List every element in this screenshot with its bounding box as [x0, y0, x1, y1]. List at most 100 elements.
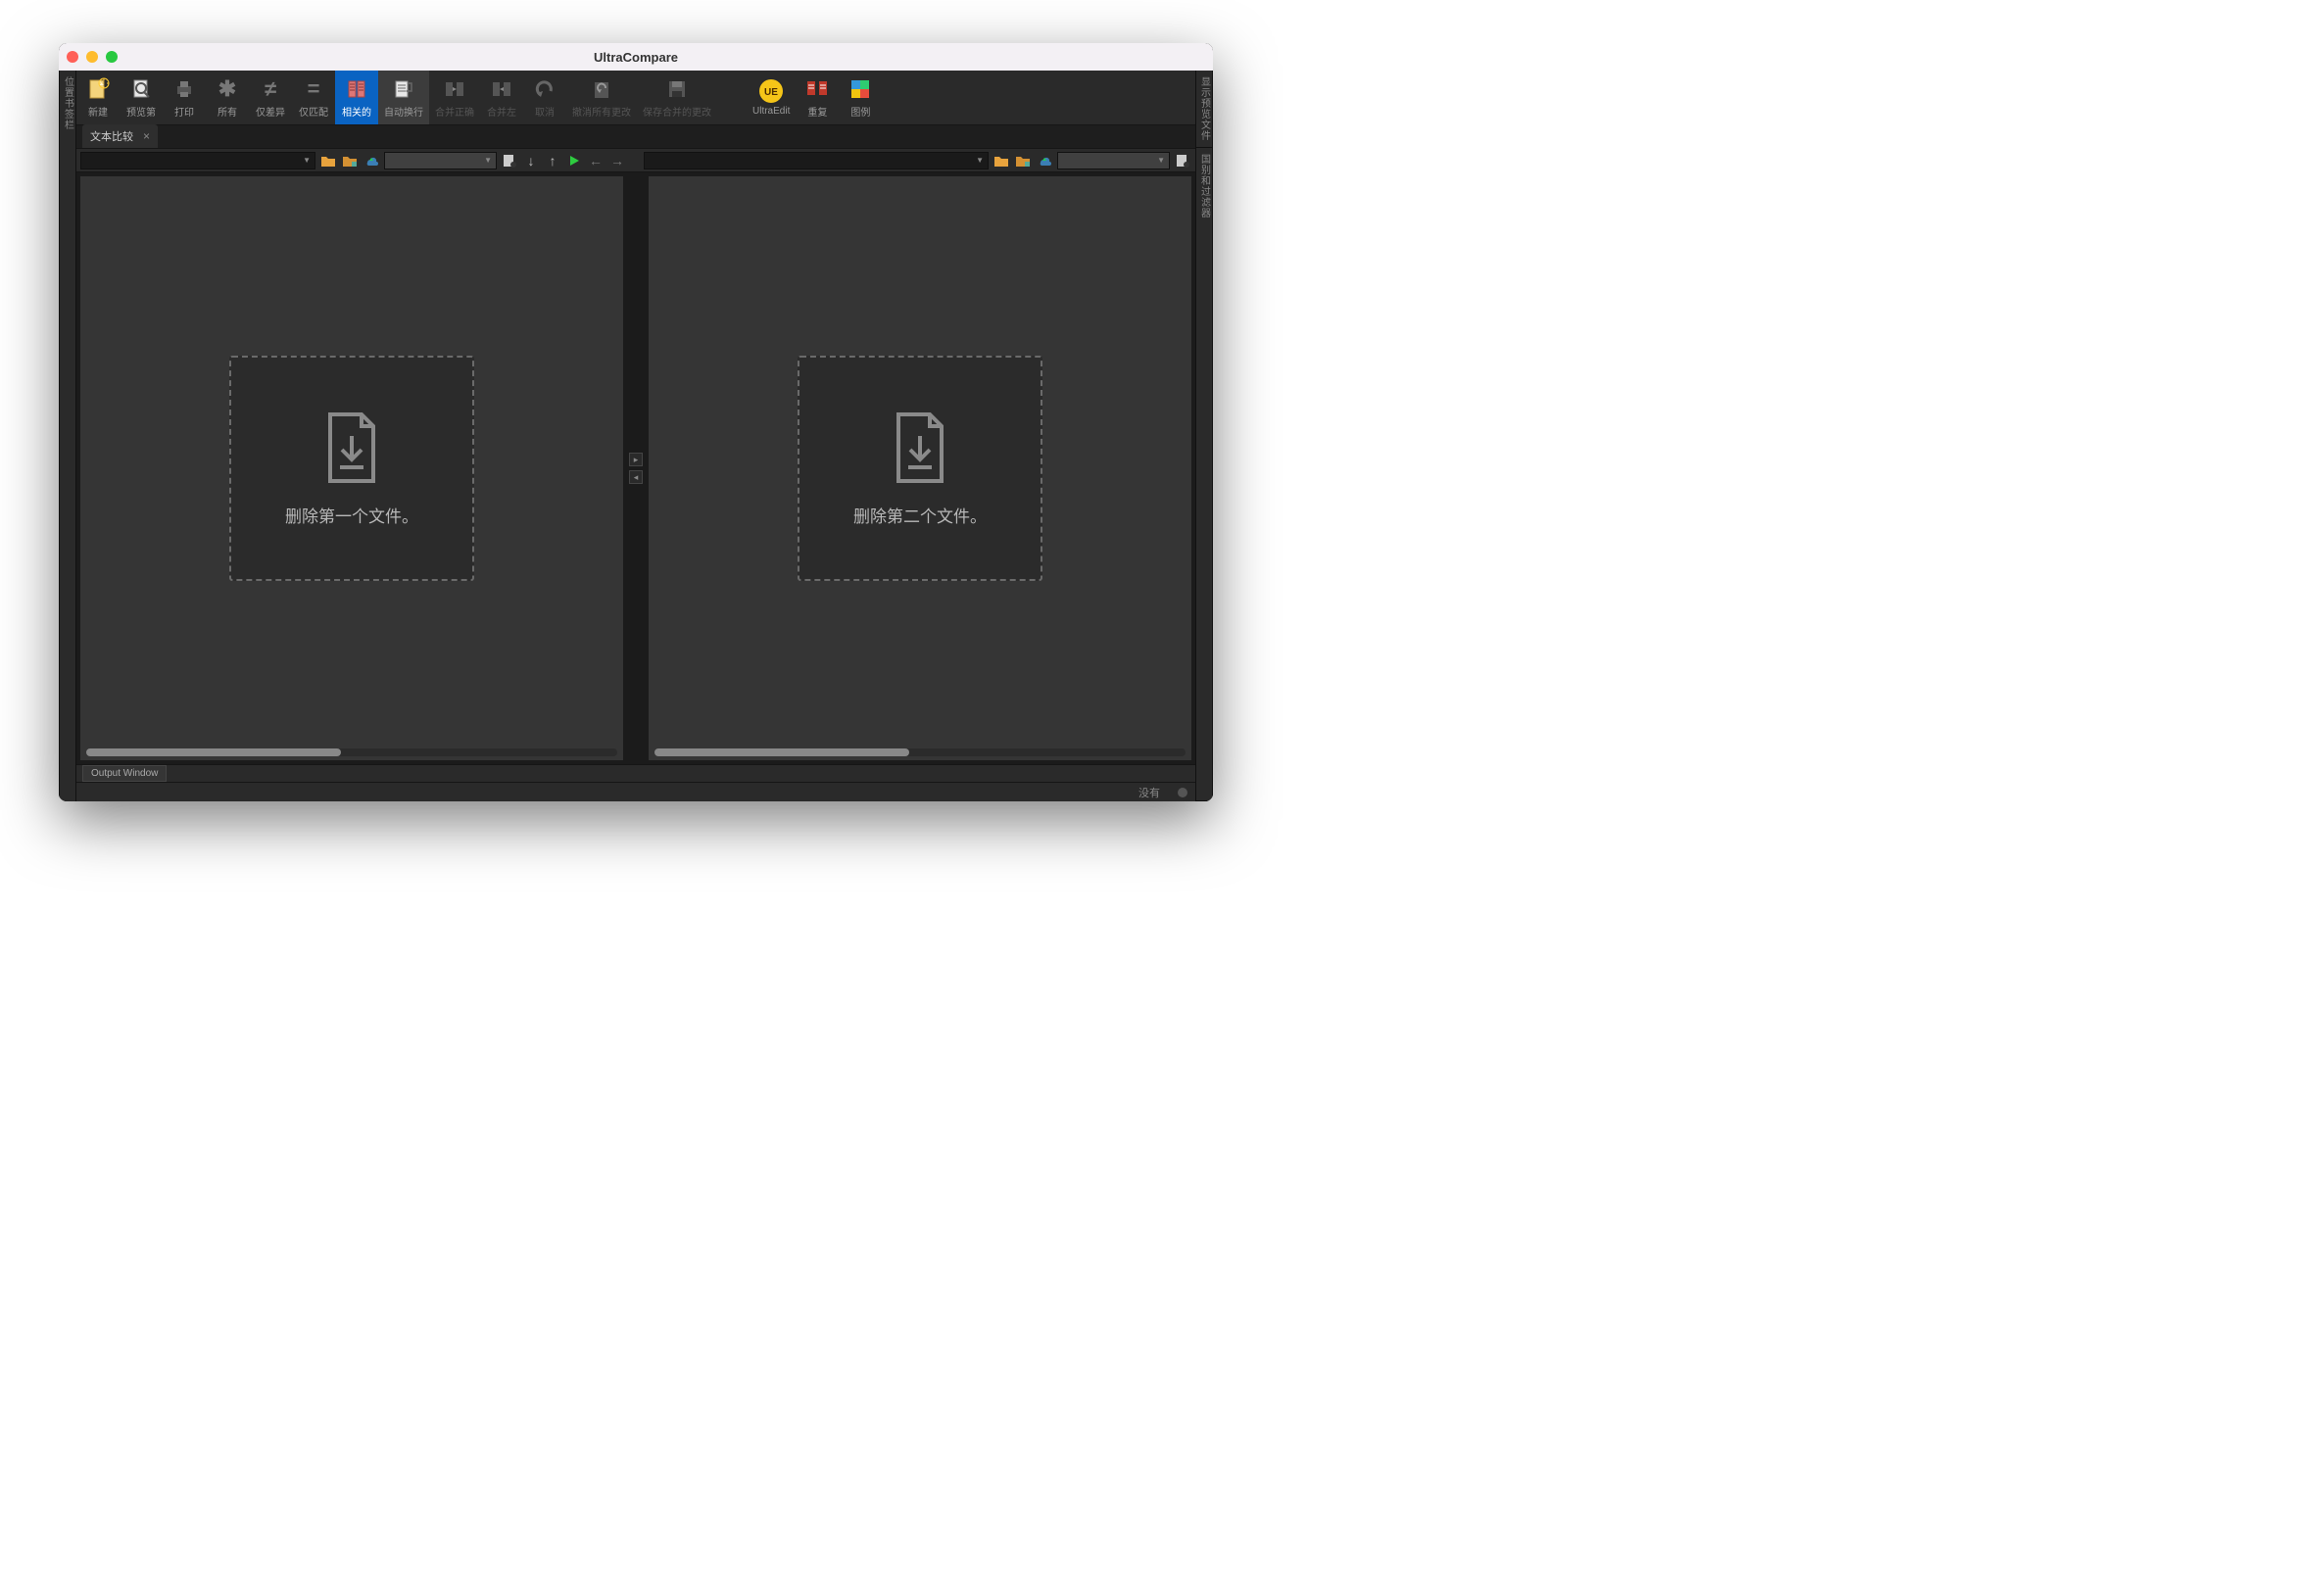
- asterisk-icon: ✱: [218, 76, 236, 102]
- related-button[interactable]: 相关的: [335, 71, 378, 124]
- status-bar: 没有: [76, 782, 1195, 801]
- legend-button-label: 图例: [850, 104, 870, 119]
- related-button-label: 相关的: [342, 104, 371, 119]
- match-only-button[interactable]: = 仅匹配: [292, 71, 335, 124]
- print-button-label: 打印: [174, 104, 194, 119]
- autowrap-button[interactable]: 自动换行: [378, 71, 429, 124]
- new-file-icon: [86, 76, 110, 102]
- new-button[interactable]: 新建: [76, 71, 120, 124]
- right-open-folder-button[interactable]: [993, 152, 1010, 169]
- equal-icon: =: [308, 76, 320, 102]
- cancel-button[interactable]: 取消: [523, 71, 566, 124]
- dropdown-icon: ▼: [484, 156, 492, 165]
- left-sidebar-tab-label: 位置书签栏: [61, 71, 75, 130]
- output-window-tab-label: Output Window: [91, 768, 158, 779]
- file-download-icon: [320, 410, 383, 485]
- all-button[interactable]: ✱ 所有: [206, 71, 249, 124]
- pane-divider: ▸ ◂: [627, 172, 645, 764]
- svg-text:UE: UE: [764, 87, 778, 98]
- right-sidebar-tab-filter-label: 国别和过滤器: [1197, 148, 1212, 218]
- nav-up-button[interactable]: ↑: [544, 152, 561, 169]
- new-button-label: 新建: [88, 104, 108, 119]
- merge-left-button[interactable]: 合并左: [480, 71, 523, 124]
- zoom-window-button[interactable]: [106, 51, 118, 63]
- document-tab[interactable]: 文本比较 ×: [82, 124, 158, 148]
- document-tab-label: 文本比较: [90, 128, 133, 144]
- left-save-file-button[interactable]: [501, 152, 518, 169]
- window-controls: [67, 51, 118, 63]
- match-only-button-label: 仅匹配: [299, 104, 328, 119]
- file-download-icon: [889, 410, 951, 485]
- right-dropzone[interactable]: 删除第二个文件。: [798, 356, 1042, 581]
- right-sidebar-tab-preview-label: 显示预览文件: [1197, 71, 1212, 141]
- right-dropzone-label: 删除第二个文件。: [853, 503, 987, 527]
- app-window: UltraCompare 位置书签栏 新建 预览第: [59, 43, 1213, 801]
- autowrap-button-label: 自动换行: [384, 104, 423, 119]
- close-window-button[interactable]: [67, 51, 78, 63]
- repeat-icon: [804, 76, 830, 102]
- merge-right-button[interactable]: 合并正确: [429, 71, 480, 124]
- right-cloud-button[interactable]: [1036, 152, 1053, 169]
- left-path-combo[interactable]: ▼: [80, 152, 315, 169]
- related-columns-icon: [345, 76, 368, 102]
- dropdown-icon: ▼: [976, 156, 984, 165]
- run-compare-button[interactable]: [565, 152, 583, 169]
- left-scrollbar[interactable]: [86, 748, 617, 756]
- nav-prev-button[interactable]: ←: [587, 152, 605, 169]
- not-equal-icon: ≠: [265, 76, 276, 102]
- nav-down-button[interactable]: ↓: [522, 152, 540, 169]
- save-merge-button[interactable]: 保存合并的更改: [637, 71, 717, 124]
- center-area: 新建 预览第 打印 ✱ 所有: [76, 71, 1195, 801]
- preview-button[interactable]: 预览第: [120, 71, 163, 124]
- left-sidebar-tab[interactable]: 位置书签栏: [59, 71, 76, 801]
- undo-all-icon: [590, 76, 613, 102]
- ultraedit-button-label: UltraEdit: [752, 106, 790, 117]
- diff-only-button[interactable]: ≠ 仅差异: [249, 71, 292, 124]
- dropdown-icon: ▼: [303, 156, 311, 165]
- merge-left-icon: [490, 76, 513, 102]
- right-pane[interactable]: 删除第二个文件。: [649, 176, 1191, 760]
- undo-all-button[interactable]: 撤消所有更改: [566, 71, 637, 124]
- merge-right-icon: [443, 76, 466, 102]
- right-sidebar: 显示预览文件 国别和过滤器: [1195, 71, 1213, 801]
- left-cloud-button[interactable]: [363, 152, 380, 169]
- titlebar: UltraCompare: [59, 43, 1213, 71]
- sync-right-button[interactable]: ▸: [629, 453, 643, 466]
- legend-button[interactable]: 图例: [839, 71, 882, 124]
- right-path-combo[interactable]: ▼: [644, 152, 989, 169]
- dropdown-icon: ▼: [1157, 156, 1165, 165]
- print-button[interactable]: 打印: [163, 71, 206, 124]
- left-dropzone[interactable]: 删除第一个文件。: [229, 356, 474, 581]
- save-merge-button-label: 保存合并的更改: [643, 104, 711, 119]
- right-sidebar-tab-preview[interactable]: 显示预览文件: [1195, 71, 1213, 148]
- scrollbar-thumb[interactable]: [654, 748, 909, 756]
- right-save-file-button[interactable]: [1174, 152, 1191, 169]
- scrollbar-thumb[interactable]: [86, 748, 341, 756]
- nav-next-button[interactable]: →: [608, 152, 626, 169]
- left-pane[interactable]: 删除第一个文件。: [80, 176, 623, 760]
- right-filter-combo[interactable]: ▼: [1057, 152, 1170, 169]
- legend-icon: [848, 76, 872, 102]
- status-indicator-icon: [1178, 788, 1187, 797]
- ultraedit-icon: UE: [758, 78, 784, 104]
- diff-only-button-label: 仅差异: [256, 104, 285, 119]
- sync-left-button[interactable]: ◂: [629, 470, 643, 484]
- right-scrollbar[interactable]: [654, 748, 1186, 756]
- merge-right-button-label: 合并正确: [435, 104, 474, 119]
- right-sidebar-tab-filter[interactable]: 国别和过滤器: [1195, 148, 1213, 801]
- right-open-folder-alt-button[interactable]: [1014, 152, 1032, 169]
- status-text: 没有: [1138, 785, 1160, 800]
- left-open-folder-alt-button[interactable]: [341, 152, 359, 169]
- output-window-tab[interactable]: Output Window: [82, 765, 167, 782]
- undo-icon: [533, 76, 557, 102]
- minimize-window-button[interactable]: [86, 51, 98, 63]
- ultraedit-button[interactable]: UE UltraEdit: [747, 71, 796, 124]
- repeat-button[interactable]: 重复: [796, 71, 839, 124]
- wrap-icon: [392, 76, 415, 102]
- save-icon: [665, 76, 689, 102]
- tab-close-icon[interactable]: ×: [143, 129, 150, 143]
- all-button-label: 所有: [218, 104, 237, 119]
- left-open-folder-button[interactable]: [319, 152, 337, 169]
- left-filter-combo[interactable]: ▼: [384, 152, 497, 169]
- undo-all-button-label: 撤消所有更改: [572, 104, 631, 119]
